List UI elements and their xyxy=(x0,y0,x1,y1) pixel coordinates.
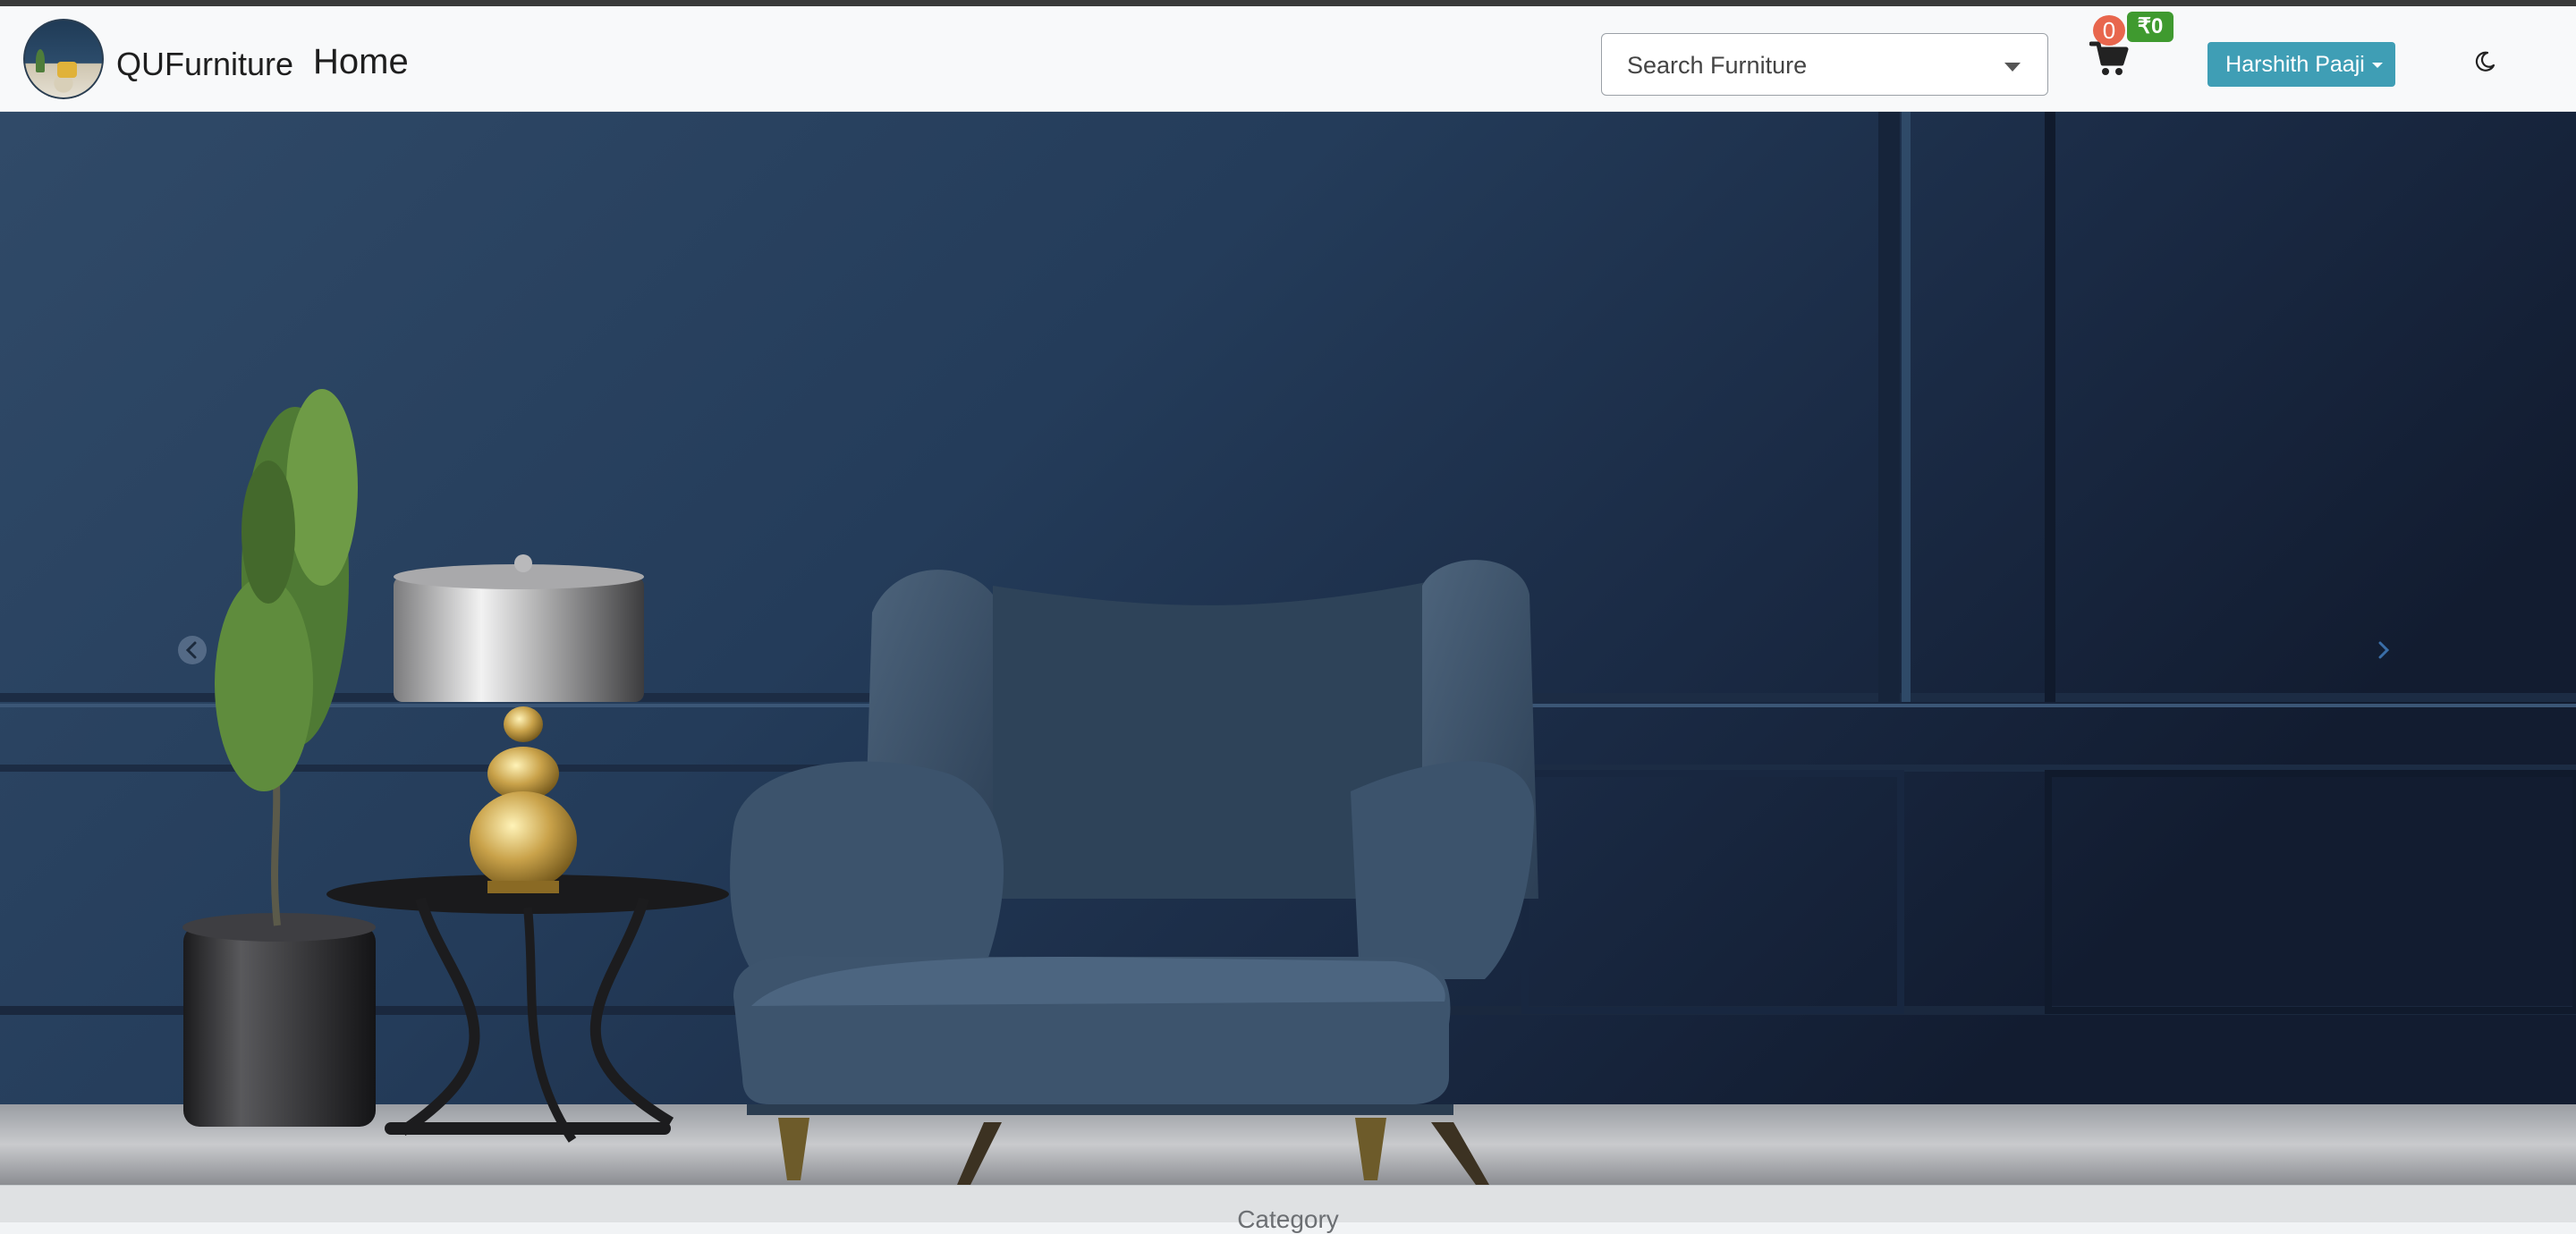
brand-name[interactable]: QUFurniture xyxy=(116,46,293,83)
user-menu-button[interactable]: Harshith Paaji xyxy=(2207,42,2395,87)
window-top-border xyxy=(0,0,2576,6)
chevron-left-icon[interactable] xyxy=(177,635,208,665)
chevron-right-icon[interactable] xyxy=(2368,635,2399,665)
category-heading: Category xyxy=(1237,1205,1339,1233)
user-menu-label: Harshith Paaji xyxy=(2225,52,2365,77)
navbar: QUFurniture Home Search Furniture 0 ₹0 H… xyxy=(0,6,2576,112)
search-placeholder: Search Furniture xyxy=(1627,52,1808,79)
search-select[interactable]: Search Furniture xyxy=(1601,33,2048,96)
home-link[interactable]: Home xyxy=(313,42,409,82)
logo-chair-shape xyxy=(57,62,77,78)
hero-carousel[interactable] xyxy=(0,112,2576,1185)
logo-plant-shape xyxy=(36,49,45,72)
furniture-logo-icon[interactable] xyxy=(23,19,104,99)
moon-icon[interactable] xyxy=(2472,49,2497,74)
cart-total-badge: ₹0 xyxy=(2127,12,2174,42)
caret-down-icon xyxy=(2372,63,2383,68)
chevron-down-icon xyxy=(2004,63,2021,72)
category-section: Category xyxy=(0,1185,2576,1233)
cart-count-badge: 0 xyxy=(2093,15,2125,46)
hero-image xyxy=(0,112,2576,1185)
